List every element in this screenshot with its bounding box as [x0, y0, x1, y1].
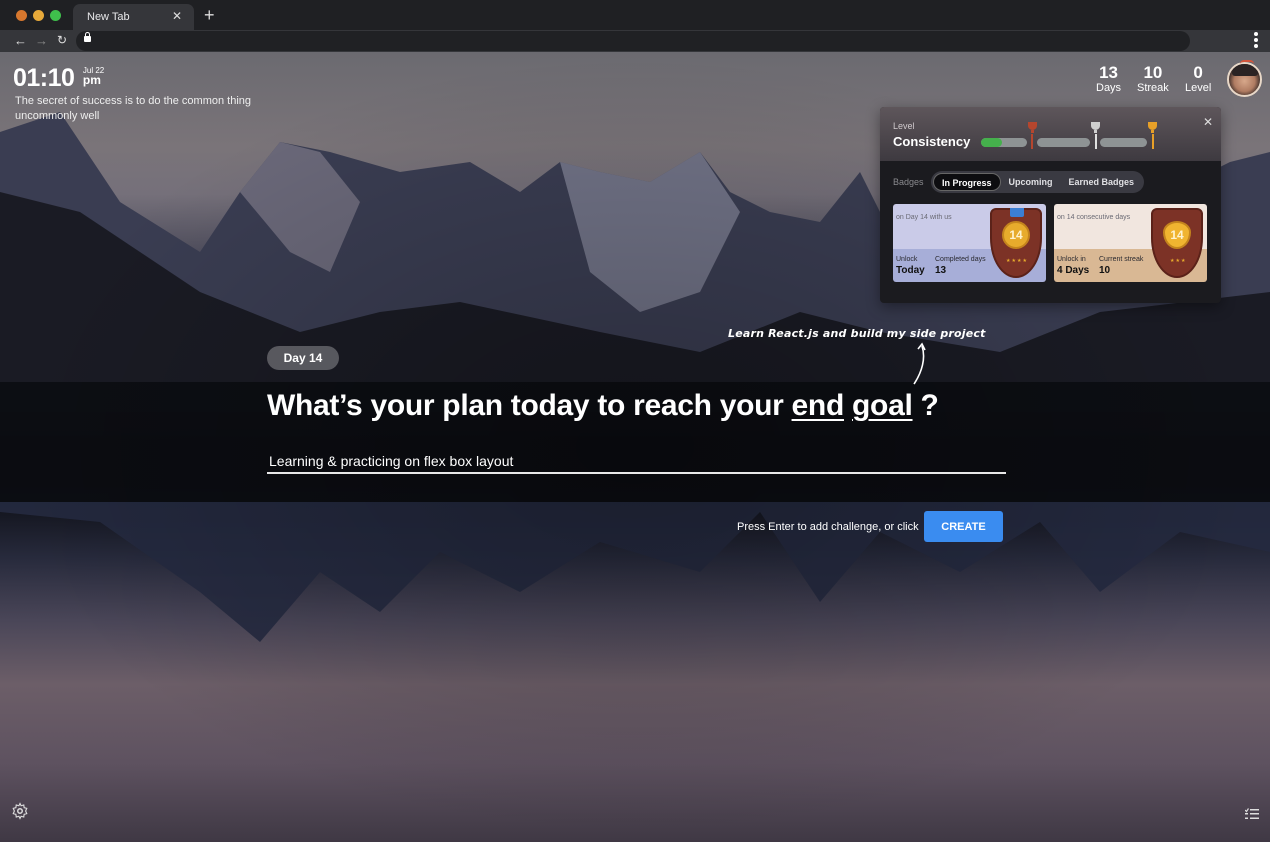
minimize-window-button[interactable]	[33, 10, 44, 21]
badge-tabs: In Progress Upcoming Earned Badges	[931, 171, 1145, 193]
stat-streak: 10 Streak	[1137, 64, 1169, 95]
headline-prefix: What’s your plan today to reach your	[267, 389, 792, 422]
checklist-icon[interactable]	[1245, 808, 1259, 820]
bronze-trophy-icon	[1028, 122, 1037, 133]
reload-icon[interactable]: ↻	[57, 33, 67, 47]
tab-title: New Tab	[87, 11, 130, 23]
stat-level: 0 Level	[1185, 64, 1211, 95]
stars-icon: ★★★	[1170, 258, 1187, 264]
curved-arrow-icon	[913, 342, 926, 385]
level-progress-bar-3	[1100, 138, 1147, 147]
stars-icon: ★★★★	[1006, 258, 1028, 264]
day-pill: Day 14	[267, 346, 339, 370]
level-label: Level	[893, 121, 915, 131]
headline-suffix: ?	[912, 389, 939, 422]
address-bar[interactable]	[76, 31, 1190, 51]
tab-upcoming[interactable]: Upcoming	[1001, 173, 1061, 191]
level-progress-fill	[981, 138, 1002, 147]
end-goal-link[interactable]: end	[792, 389, 845, 422]
badge-number: 14	[1002, 221, 1030, 249]
browser-tab[interactable]: New Tab ✕	[73, 4, 194, 30]
badge-right-key: Current streak	[1099, 256, 1144, 263]
badge-card-day14[interactable]: on Day 14 with us Unlock Today Completed…	[893, 204, 1046, 282]
badge-description: on Day 14 with us	[896, 214, 952, 221]
browser-chrome: New Tab ✕ + ← → ↻	[0, 0, 1270, 52]
level-header: Level Consistency ✕	[880, 107, 1221, 161]
browser-toolbar: ← → ↻	[0, 30, 1270, 52]
stat-level-value: 0	[1193, 63, 1203, 82]
level-progress-bar-2	[1037, 138, 1090, 147]
new-tab-icon[interactable]: +	[204, 5, 215, 26]
badge-right-key: Completed days	[935, 256, 986, 263]
stat-days-value: 13	[1099, 63, 1118, 82]
lock-icon	[84, 32, 91, 42]
badges-label: Badges	[893, 177, 924, 187]
badge-number: 14	[1163, 221, 1191, 249]
create-button[interactable]: CREATE	[924, 511, 1003, 542]
back-arrow-icon[interactable]: ←	[14, 33, 27, 48]
avatar-progress-ring	[1240, 60, 1254, 64]
clock-ampm: pm	[82, 73, 101, 87]
close-panel-icon[interactable]: ✕	[1203, 115, 1213, 129]
stat-streak-value: 10	[1143, 63, 1163, 82]
level-title: Consistency	[893, 134, 971, 149]
new-tab-page: 01:10 Jul 22 pm The secret of success is…	[0, 52, 1270, 842]
milestone-marker-silver	[1095, 134, 1097, 149]
milestone-marker-gold	[1152, 134, 1154, 149]
close-tab-icon[interactable]: ✕	[172, 9, 182, 23]
clock-time: 01:10	[13, 64, 75, 92]
gold-trophy-icon	[1148, 122, 1157, 133]
clock-widget: 01:10 Jul 22 pm	[13, 64, 104, 93]
tab-earned-badges[interactable]: Earned Badges	[1061, 173, 1143, 191]
badge-right-value: 10	[1099, 265, 1111, 276]
badge-right-value: 13	[935, 265, 947, 276]
browser-menu-icon[interactable]	[1254, 32, 1258, 50]
badge-left-key: Unlock	[896, 256, 918, 263]
maximize-window-button[interactable]	[50, 10, 61, 21]
settings-gear-icon[interactable]	[11, 802, 29, 820]
badge-description: on 14 consecutive days	[1057, 214, 1131, 221]
level-progress-bar-1	[981, 138, 1027, 147]
challenge-input[interactable]	[267, 450, 1006, 474]
close-window-button[interactable]	[16, 10, 27, 21]
tab-strip: New Tab ✕ +	[0, 0, 1270, 30]
end-goal-link-2[interactable]: goal	[852, 389, 913, 422]
tab-in-progress[interactable]: In Progress	[933, 173, 1001, 191]
stat-days-label: Days	[1096, 82, 1122, 94]
badge-left-key: Unlock in	[1057, 256, 1086, 263]
daily-quote: The secret of success is to do the commo…	[15, 95, 252, 122]
silver-trophy-icon	[1091, 122, 1100, 133]
user-avatar[interactable]	[1227, 62, 1262, 97]
stat-level-label: Level	[1185, 82, 1212, 94]
stat-days: 13 Days	[1096, 64, 1121, 95]
goal-question: What’s your plan today to reach your end…	[267, 389, 939, 423]
badge-left-value: 4 Days	[1057, 265, 1090, 276]
badge-card-streak14[interactable]: on 14 consecutive days Unlock in 4 Days …	[1054, 204, 1207, 282]
milestone-marker-bronze	[1031, 134, 1033, 149]
press-enter-hint: Press Enter to add challenge, or click	[737, 521, 919, 533]
badge-left-value: Today	[896, 265, 925, 276]
forward-arrow-icon[interactable]: →	[35, 33, 48, 48]
stat-streak-label: Streak	[1137, 82, 1169, 94]
level-panel: Level Consistency ✕ Badges In Progress U…	[880, 107, 1221, 303]
goal-hint: Learn React.js and build my side project	[728, 327, 986, 340]
